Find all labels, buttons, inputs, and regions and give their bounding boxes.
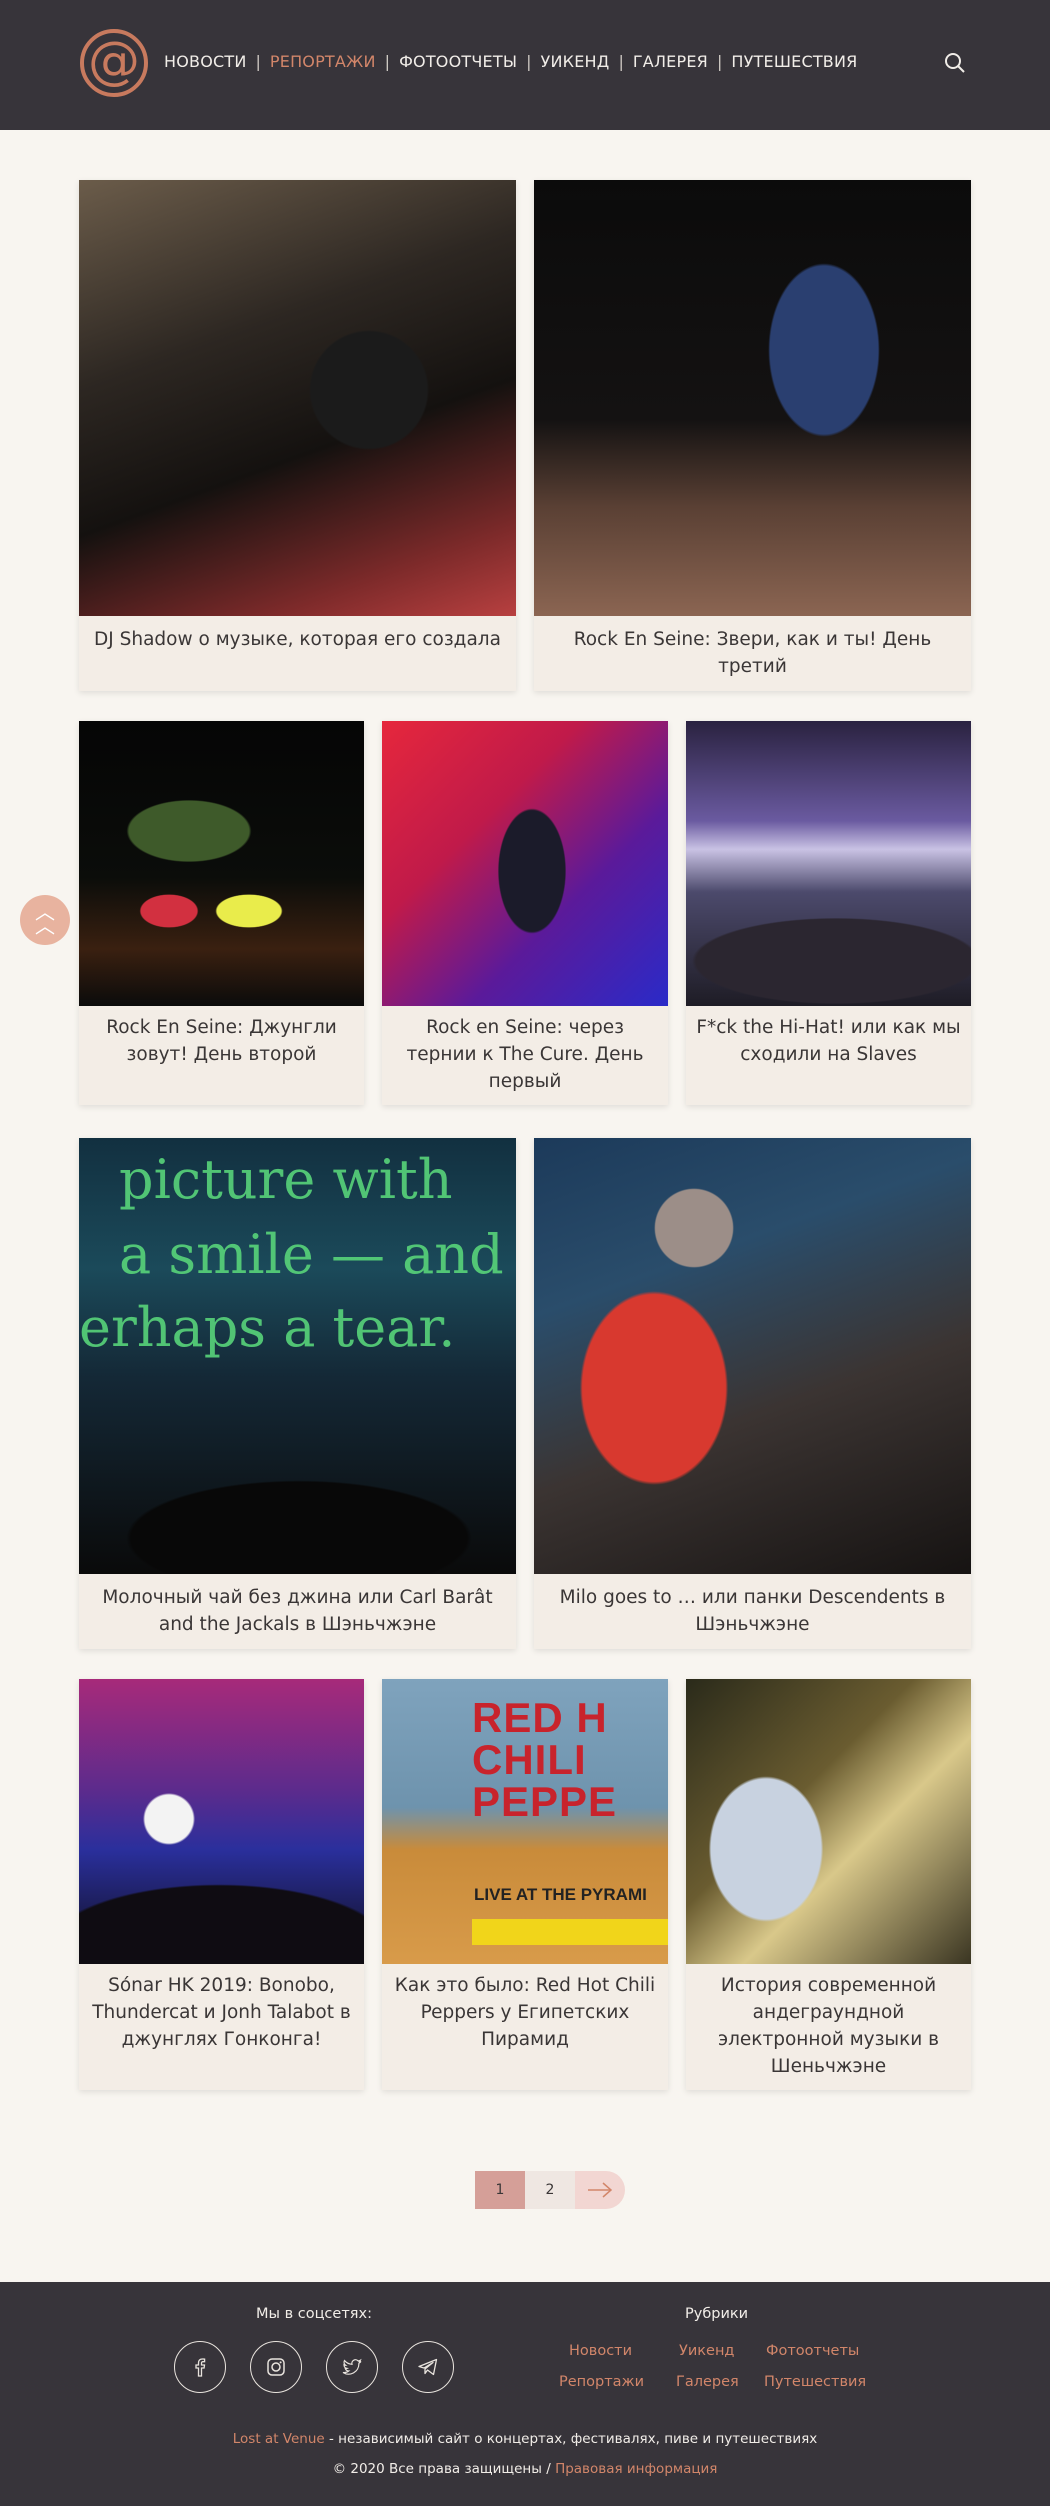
main-nav: НОВОСТИ | РЕПОРТАЖИ | ФОТООТЧЕТЫ | УИКЕН… <box>164 52 857 71</box>
article-card[interactable]: F*ck the Hi-Hat! или как мы сходили на S… <box>686 721 971 1105</box>
article-card[interactable]: RED H CHILI PEPPE LIVE AT THE PYRAMI Как… <box>382 1679 668 2090</box>
article-title[interactable]: Молочный чай без джина или Carl Barât an… <box>89 1584 506 1638</box>
article-title[interactable]: DJ Shadow о музыке, которая его создала <box>89 626 506 653</box>
nav-item-weekend[interactable]: УИКЕНД <box>541 52 610 71</box>
article-title[interactable]: История современной андеграундной электр… <box>696 1972 961 2080</box>
article-card[interactable]: Rock En Seine: Звери, как и ты! День тре… <box>534 180 971 691</box>
legal-info-link[interactable]: Правовая информация <box>555 2461 717 2477</box>
article-title[interactable]: Rock en Seine: через тернии к The Cure. … <box>392 1014 658 1095</box>
article-card[interactable]: Milo goes to … или панки Descendents в Ш… <box>534 1138 971 1649</box>
article-image <box>79 721 364 1006</box>
article-title[interactable]: Rock En Seine: Звери, как и ты! День тре… <box>544 626 961 680</box>
footer-link-gallery[interactable]: Галерея <box>676 2374 739 2390</box>
facebook-icon[interactable] <box>174 2341 226 2393</box>
article-title[interactable]: Sónar HK 2019: Bonobo, Thundercat и Jonh… <box>89 1972 354 2053</box>
page-button-2[interactable]: 2 <box>525 2171 575 2209</box>
social-heading: Мы в соцсетях: <box>256 2306 372 2322</box>
footer-link-weekend[interactable]: Уикенд <box>679 2343 734 2359</box>
next-page-button[interactable] <box>575 2171 625 2209</box>
site-header: @ НОВОСТИ | РЕПОРТАЖИ | ФОТООТЧЕТЫ | УИК… <box>0 0 1050 130</box>
article-image <box>534 180 971 616</box>
copyright: © 2020 Все права защищены / Правовая инф… <box>332 2461 718 2477</box>
instagram-icon[interactable] <box>250 2341 302 2393</box>
pagination: 1 2 <box>475 2171 625 2209</box>
article-card[interactable]: DJ Shadow о музыке, которая его создала <box>79 180 516 691</box>
nav-separator: | <box>255 52 261 71</box>
article-image: picture with a smile — and erhaps a tear… <box>79 1138 516 1574</box>
article-title[interactable]: Как это было: Red Hot Chili Peppers у Ег… <box>392 1972 658 2053</box>
article-image <box>686 721 971 1006</box>
footer-link-travel[interactable]: Путешествия <box>764 2374 866 2390</box>
image-overlay-text: LIVE AT THE PYRAMI <box>474 1885 647 1904</box>
page-button-1[interactable]: 1 <box>475 2171 525 2209</box>
article-card[interactable]: История современной андеграундной электр… <box>686 1679 971 2090</box>
telegram-icon[interactable] <box>402 2341 454 2393</box>
nav-separator: | <box>526 52 532 71</box>
footer-link-photo-reports[interactable]: Фотоотчеты <box>766 2343 859 2359</box>
article-title[interactable]: F*ck the Hi-Hat! или как мы сходили на S… <box>696 1014 961 1068</box>
footer-link-reports[interactable]: Репортажи <box>559 2374 644 2390</box>
rubrics-heading: Рубрики <box>685 2306 749 2322</box>
footer-link-news[interactable]: Новости <box>569 2343 632 2359</box>
article-image <box>79 1679 364 1964</box>
article-image: RED H CHILI PEPPE LIVE AT THE PYRAMI <box>382 1679 668 1964</box>
image-overlay-text: erhaps a tear. <box>79 1296 456 1359</box>
nav-item-travel[interactable]: ПУТЕШЕСТВИЯ <box>731 52 857 71</box>
arrow-right-icon <box>588 2182 613 2198</box>
nav-separator: | <box>716 52 723 71</box>
search-icon[interactable] <box>944 52 966 74</box>
site-footer: Мы в соцсетях: Рубрики Новости Уикенд Фо… <box>0 2282 1050 2506</box>
site-logo[interactable]: @ <box>80 29 148 97</box>
site-tagline: Lost at Venue - независимый сайт о конце… <box>232 2431 818 2447</box>
back-to-top-button[interactable]: ︿ ︿ <box>20 895 70 945</box>
article-title[interactable]: Rock En Seine: Джунгли зовут! День второ… <box>89 1014 354 1068</box>
image-overlay-text: picture with <box>119 1148 453 1211</box>
nav-item-reports[interactable]: РЕПОРТАЖИ <box>270 52 376 71</box>
image-overlay-text: a smile — and <box>119 1223 504 1286</box>
article-title[interactable]: Milo goes to … или панки Descendents в Ш… <box>544 1584 961 1638</box>
twitter-icon[interactable] <box>326 2341 378 2393</box>
image-overlay-text: RED H CHILI PEPPE <box>472 1694 618 1825</box>
article-card[interactable]: Sónar HK 2019: Bonobo, Thundercat и Jonh… <box>79 1679 364 2090</box>
article-card[interactable]: Rock en Seine: через тернии к The Cure. … <box>382 721 668 1105</box>
image-band <box>472 1919 668 1945</box>
site-name-link[interactable]: Lost at Venue <box>233 2431 325 2447</box>
double-chevron-up-icon: ︿ ︿ <box>35 900 55 938</box>
article-card[interactable]: Rock En Seine: Джунгли зовут! День второ… <box>79 721 364 1105</box>
article-image <box>382 721 668 1006</box>
nav-separator: | <box>618 52 624 71</box>
nav-item-gallery[interactable]: ГАЛЕРЕЯ <box>633 52 708 71</box>
article-image <box>534 1138 971 1574</box>
nav-separator: | <box>384 52 391 71</box>
article-card[interactable]: picture with a smile — and erhaps a tear… <box>79 1138 516 1649</box>
article-image <box>79 180 516 616</box>
nav-item-news[interactable]: НОВОСТИ <box>164 52 247 71</box>
article-image <box>686 1679 971 1964</box>
nav-item-photo-reports[interactable]: ФОТООТЧЕТЫ <box>399 52 517 71</box>
